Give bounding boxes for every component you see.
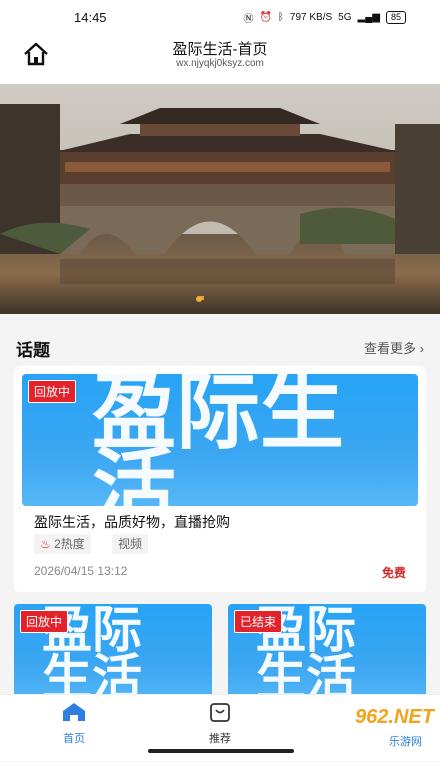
chevron-right-icon: ›: [419, 341, 424, 356]
carousel-indicator[interactable]: [196, 296, 202, 302]
watermark-sub: 乐游网: [389, 736, 422, 748]
view-more-label: 查看更多: [364, 341, 417, 356]
status-badge: 回放中: [20, 610, 69, 633]
tab-recommend[interactable]: 推荐: [190, 701, 250, 746]
thumbnail-text: 盈际生活: [92, 374, 345, 506]
topic-card-2[interactable]: 盈际生活 回放中: [14, 604, 212, 704]
app-header: 盈际生活-首页 wx.njyqkj0ksyz.com: [0, 34, 440, 84]
bag-icon: [210, 703, 230, 722]
tab-recommend-label: 推荐: [209, 733, 231, 745]
heat-chip: ♨ 2热度: [34, 534, 91, 554]
topic-card-3[interactable]: 盈际生活 已结束: [228, 604, 426, 704]
heat-label: 2热度: [54, 537, 85, 551]
tab-home[interactable]: 首页: [44, 701, 104, 746]
status-badge: 回放中: [28, 380, 77, 403]
card-thumbnail: 盈际生活 回放中: [22, 374, 418, 506]
alarm-icon: ⏰: [259, 12, 272, 23]
nfc-icon: Ⓝ: [243, 14, 254, 25]
bluetooth-icon: ᛒ: [277, 12, 284, 23]
home-indicator[interactable]: [148, 749, 294, 753]
network-speed: 797 KB/S: [289, 12, 333, 23]
tab-home-label: 首页: [63, 733, 85, 745]
banner-carousel[interactable]: [0, 84, 440, 314]
section-title: 话题: [16, 341, 50, 360]
card-title: 盈际生活，品质好物，直播抢购: [34, 514, 230, 530]
page-title: 盈际生活-首页: [172, 41, 268, 58]
watermark-logo: 962.NET: [355, 706, 434, 728]
status-badge: 已结束: [234, 610, 283, 633]
view-more-link[interactable]: 查看更多 ›: [364, 338, 424, 357]
signal-icon: ▂▄▆: [357, 12, 380, 23]
home-tab-icon: [63, 703, 85, 721]
battery-icon: 85: [385, 11, 406, 24]
topic-card[interactable]: 盈际生活 回放中 盈际生活，品质好物，直播抢购 ♨ 2热度 视频 2026/04…: [14, 366, 426, 592]
card-date: 2026/04/15 13:12: [34, 564, 128, 578]
price-label: 免费: [381, 566, 406, 580]
signal-label: 5G: [338, 12, 352, 23]
status-bar: 14:45 Ⓝ ⏰ ᛒ 797 KB/S 5G ▂▄▆ 85: [0, 0, 440, 34]
status-time: 14:45: [74, 10, 107, 25]
type-chip: 视频: [112, 534, 149, 554]
page-url: wx.njyqkj0ksyz.com: [176, 58, 264, 69]
flame-icon: ♨: [40, 537, 51, 551]
status-icons: Ⓝ ⏰ ᛒ 797 KB/S 5G ▂▄▆ 85: [243, 10, 406, 25]
bridge-photo: [0, 84, 440, 314]
